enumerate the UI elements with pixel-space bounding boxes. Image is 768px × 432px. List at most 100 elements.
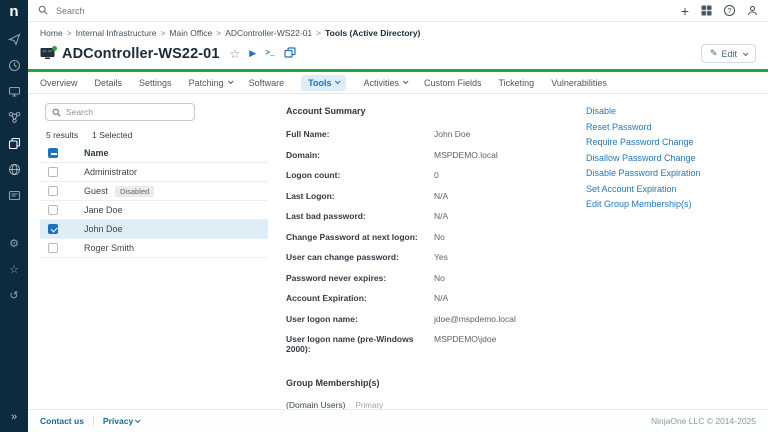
- getting-started-icon[interactable]: [7, 32, 21, 46]
- user-row-jane-doe[interactable]: Jane Doe: [40, 201, 268, 220]
- tools-ad-content: 5 results 1 Selected Name Administrator …: [28, 94, 768, 410]
- row-checkbox[interactable]: [48, 224, 58, 234]
- privacy-link[interactable]: Privacy: [103, 416, 141, 426]
- action-disallow-password-change[interactable]: Disallow Password Change: [586, 153, 756, 163]
- action-require-password-change[interactable]: Require Password Change: [586, 137, 756, 147]
- favorites-star-icon[interactable]: ☆: [7, 262, 21, 276]
- user-account-icon[interactable]: [747, 5, 758, 16]
- run-script-icon[interactable]: ▶: [249, 48, 256, 59]
- search-icon: [38, 2, 48, 20]
- tab-patching[interactable]: Patching: [189, 77, 234, 88]
- organizations-icon[interactable]: [7, 110, 21, 124]
- tab-custom-fields[interactable]: Custom Fields: [424, 78, 482, 88]
- row-checkbox[interactable]: [48, 243, 58, 253]
- row-checkbox[interactable]: [48, 186, 58, 196]
- action-set-account-expiration[interactable]: Set Account Expiration: [586, 184, 756, 194]
- recent-history-icon[interactable]: ↺: [7, 288, 21, 302]
- app-window: n ⚙ ☆ ↺ » Search + ? Home > Internal Inf…: [0, 0, 768, 432]
- row-checkbox[interactable]: [48, 205, 58, 215]
- device-quick-actions: ☆ ▶ >_: [230, 45, 296, 63]
- summary-field: Account Expiration: N/A: [286, 293, 449, 303]
- row-checkbox[interactable]: [48, 167, 58, 177]
- summary-field: Last bad password: N/A: [286, 211, 449, 221]
- favorite-star-icon[interactable]: ☆: [230, 47, 241, 61]
- help-icon[interactable]: ?: [724, 5, 735, 16]
- summary-field: Password never expires: No: [286, 272, 445, 283]
- breadcrumb-home[interactable]: Home: [40, 28, 63, 38]
- expand-sidebar-icon[interactable]: »: [7, 410, 21, 424]
- terminal-icon[interactable]: >_: [265, 49, 275, 58]
- summary-field: Domain: MSPDEMO.local: [286, 149, 498, 160]
- contact-us-link[interactable]: Contact us: [40, 416, 84, 426]
- breadcrumb: Home > Internal Infrastructure > Main Offi…: [28, 22, 768, 40]
- tab-software[interactable]: Software: [249, 78, 285, 88]
- main-area: + ? Home> Internal Infrastructure> Main …: [28, 0, 768, 432]
- footer: Contact us Privacy NinjaOne LLC © 2014-2…: [28, 409, 768, 432]
- online-status-dot: [52, 45, 57, 51]
- administration-gear-icon[interactable]: ⚙: [7, 236, 21, 250]
- remote-connect-icon[interactable]: [284, 45, 296, 63]
- account-summary-panel: Account Summary Full Name: John Doe Domai…: [268, 103, 586, 410]
- remote-tools-icon[interactable]: [7, 136, 21, 150]
- name-column-header: Name: [84, 148, 109, 158]
- tab-details[interactable]: Details: [95, 78, 123, 88]
- software-globe-icon[interactable]: [7, 162, 21, 176]
- tab-activities[interactable]: Activities: [363, 77, 409, 88]
- selected-count: 1 Selected: [92, 130, 133, 140]
- user-search-input[interactable]: [66, 107, 176, 117]
- disabled-badge: Disabled: [115, 185, 155, 197]
- breadcrumb-org[interactable]: Internal Infrastructure: [76, 28, 157, 38]
- action-reset-password[interactable]: Reset Password: [586, 122, 756, 132]
- breadcrumb-separator: >: [160, 28, 166, 38]
- action-edit-group-memberships[interactable]: Edit Group Membership(s): [586, 199, 756, 209]
- pencil-icon: ✎: [709, 48, 718, 58]
- user-row-john-doe[interactable]: John Doe: [40, 220, 268, 239]
- chevron-down-icon: [135, 417, 141, 424]
- group-membership-title: Group Membership(s): [286, 378, 380, 388]
- apps-grid-icon[interactable]: [701, 5, 712, 16]
- action-disable-password-expiration[interactable]: Disable Password Expiration: [586, 168, 756, 178]
- user-row-roger-smith[interactable]: Roger Smith: [40, 239, 268, 258]
- chevron-down-icon: [742, 49, 749, 56]
- results-count: 5 results: [46, 130, 79, 140]
- breadcrumb-separator: >: [216, 28, 222, 38]
- account-summary-title: Account Summary: [286, 106, 366, 116]
- chevron-down-icon: [227, 77, 234, 84]
- select-all-checkbox[interactable]: [48, 148, 58, 158]
- global-search-input[interactable]: [56, 5, 256, 16]
- documentation-icon[interactable]: [7, 188, 21, 202]
- action-disable[interactable]: Disable: [586, 106, 756, 116]
- tab-overview[interactable]: Overview: [40, 78, 78, 88]
- tab-bar: Overview Details Settings Patching Softw…: [28, 72, 768, 94]
- summary-field: Full Name: John Doe: [286, 129, 471, 139]
- summary-field: Last Logon: N/A: [286, 190, 449, 201]
- summary-field: User logon name: jdoe@mspdemo.local: [286, 313, 516, 324]
- device-icon: [40, 45, 57, 61]
- tab-tools[interactable]: Tools: [301, 74, 347, 91]
- page-title: ADController-WS22-01: [62, 45, 220, 62]
- tab-vulnerabilities[interactable]: Vulnerabilities: [551, 78, 607, 88]
- tab-ticketing[interactable]: Ticketing: [499, 78, 535, 88]
- edit-button[interactable]: ✎ Edit: [700, 44, 756, 63]
- add-icon[interactable]: +: [681, 4, 689, 18]
- group-membership-section: Group Membership(s) (Domain Users) Prima…: [286, 378, 586, 410]
- tab-settings[interactable]: Settings: [139, 78, 172, 88]
- user-search-box[interactable]: [45, 103, 195, 121]
- breadcrumb-location[interactable]: Main Office: [169, 28, 212, 38]
- copyright-text: NinjaOne LLC © 2014-2025: [650, 416, 756, 426]
- breadcrumb-device[interactable]: ADController-WS22-01: [225, 28, 312, 38]
- summary-field: Logon count: 0: [286, 170, 439, 180]
- dashboard-icon[interactable]: [7, 58, 21, 72]
- device-title-row: ADController-WS22-01 ☆ ▶ >_ ✎ Edit: [28, 40, 768, 69]
- search-icon: [52, 108, 61, 117]
- user-row-administrator[interactable]: Administrator: [40, 163, 268, 182]
- user-row-guest[interactable]: Guest Disabled: [40, 182, 268, 201]
- chevron-down-icon: [402, 77, 409, 84]
- results-summary: 5 results 1 Selected: [46, 130, 268, 140]
- summary-field: User logon name (pre-Windows 2000): MSPDE…: [286, 334, 497, 354]
- breadcrumb-separator: >: [66, 28, 72, 38]
- devices-icon[interactable]: [7, 84, 21, 98]
- topbar-actions: + ?: [681, 4, 758, 18]
- chevron-down-icon: [335, 77, 342, 84]
- ad-user-list-panel: 5 results 1 Selected Name Administrator …: [40, 103, 268, 409]
